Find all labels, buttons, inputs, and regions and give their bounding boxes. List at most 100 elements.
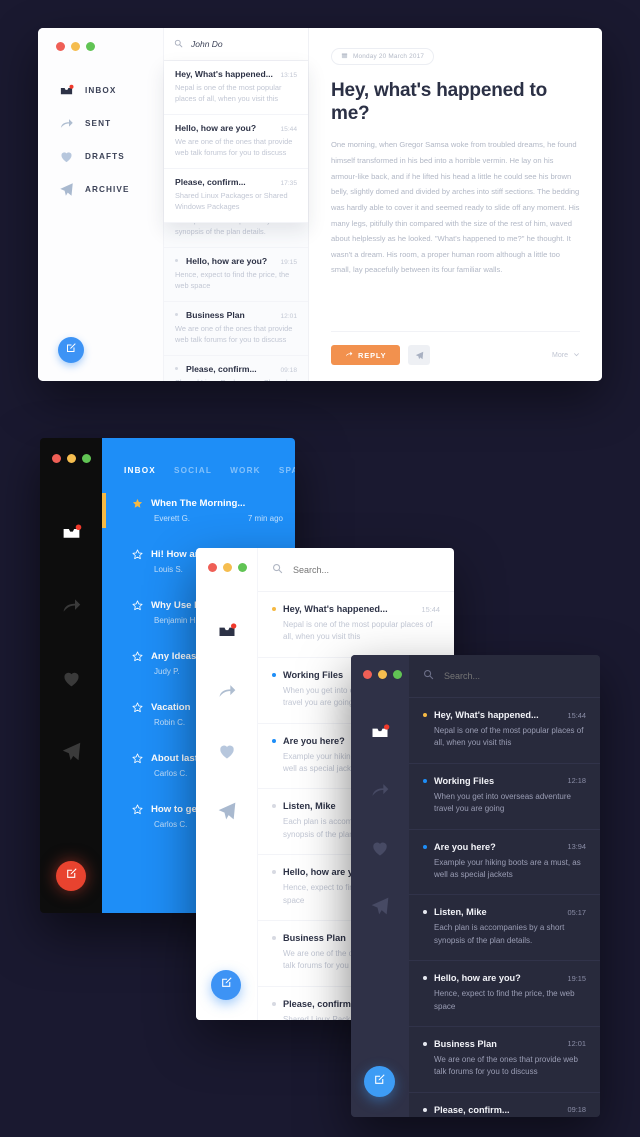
sidebar-item-sent[interactable]: SENT xyxy=(38,107,163,140)
forward-arrow-icon xyxy=(370,780,390,805)
search-bar[interactable] xyxy=(258,548,454,592)
list-item[interactable]: Hello, how are you? 19:15 Hence, expect … xyxy=(164,248,308,302)
compose-button[interactable] xyxy=(211,970,241,1000)
status-dot xyxy=(272,935,276,940)
message-time: 15:44 xyxy=(567,710,587,720)
list-item[interactable]: Business Plan 12:01 We are one of the on… xyxy=(409,1027,600,1093)
search-bar[interactable] xyxy=(164,28,325,61)
message-time: 15:44 xyxy=(421,604,441,614)
compose-icon xyxy=(373,1073,386,1091)
sidebar-item-sent[interactable] xyxy=(40,571,102,644)
search-result-item[interactable]: Hello, how are you? 15:44 We are one of … xyxy=(164,115,308,169)
sidebar-item-sent[interactable] xyxy=(196,663,257,723)
window-controls[interactable] xyxy=(208,563,247,572)
status-dot xyxy=(272,870,276,875)
search-icon xyxy=(423,667,434,685)
sidebar-item-inbox[interactable]: INBOX xyxy=(38,74,163,107)
window-controls[interactable] xyxy=(363,670,402,679)
search-result-item[interactable]: Hey, What's happened... 13:15 Nepal is o… xyxy=(164,61,308,115)
message-time: 19:15 xyxy=(280,258,297,266)
message-time: 7 min ago xyxy=(247,514,283,523)
tab-inbox[interactable]: INBOX xyxy=(124,466,156,475)
tab-social[interactable]: SOCIAL xyxy=(174,466,212,475)
search-icon xyxy=(272,561,283,579)
close-button[interactable] xyxy=(52,454,61,463)
maximize-button[interactable] xyxy=(82,454,91,463)
message-time: 12:01 xyxy=(567,1039,587,1049)
sidebar-item-drafts[interactable] xyxy=(196,723,257,783)
message-preview: When you get into overseas adventure tra… xyxy=(434,791,571,814)
message-sender: Carlos C. xyxy=(154,820,188,829)
window-controls[interactable] xyxy=(56,42,95,51)
dark-sidebar xyxy=(351,655,409,1117)
compose-button[interactable] xyxy=(364,1066,395,1097)
status-dot xyxy=(272,607,276,611)
more-dropdown[interactable]: More xyxy=(552,351,580,360)
message-time: 13:15 xyxy=(280,72,297,79)
tab-spam[interactable]: SPAM xyxy=(279,466,295,475)
sidebar-item-inbox[interactable] xyxy=(351,705,409,763)
search-result-item[interactable]: Please, confirm... 17:35 Shared Linux Pa… xyxy=(164,169,308,223)
sidebar-item-archive[interactable] xyxy=(351,879,409,937)
star-icon[interactable] xyxy=(132,600,143,611)
list-item[interactable]: Listen, Mike 05:17 Each plan is accompan… xyxy=(409,895,600,962)
sidebar-item-archive[interactable]: ARCHIVE xyxy=(38,173,163,206)
star-icon[interactable] xyxy=(132,549,143,560)
minimize-button[interactable] xyxy=(67,454,76,463)
inbox-icon xyxy=(59,83,74,98)
minimize-button[interactable] xyxy=(378,670,387,679)
tab-bar: INBOX SOCIAL WORK SPAM xyxy=(102,438,295,485)
search-input[interactable] xyxy=(191,39,303,49)
sidebar-item-sent[interactable] xyxy=(351,763,409,821)
send-button[interactable] xyxy=(408,345,431,365)
search-bar[interactable] xyxy=(409,655,600,698)
sidebar-item-inbox-label: INBOX xyxy=(85,86,117,95)
list-item[interactable]: Hey, What's happened... 15:44 Nepal is o… xyxy=(258,592,454,658)
close-button[interactable] xyxy=(56,42,65,51)
list-item[interactable]: Hey, What's happened... 15:44 Nepal is o… xyxy=(409,698,600,764)
message-sender: Carlos C. xyxy=(154,769,188,778)
list-item[interactable]: Please, confirm... 09:18 Shared Linux Pa… xyxy=(409,1093,600,1117)
sidebar-item-archive[interactable] xyxy=(196,783,257,843)
message-subject: Listen, Mike xyxy=(434,907,487,918)
star-icon-filled[interactable] xyxy=(132,498,143,509)
sidebar-item-inbox[interactable] xyxy=(196,603,257,663)
minimize-button[interactable] xyxy=(71,42,80,51)
message-subject: Hello, how are you? xyxy=(434,973,521,984)
sidebar-item-drafts[interactable] xyxy=(40,644,102,717)
sidebar-item-drafts[interactable]: DRAFTS xyxy=(38,140,163,173)
maximize-button[interactable] xyxy=(393,670,402,679)
list-item[interactable]: When The Morning... Everett G. 7 min ago xyxy=(102,485,295,536)
star-icon[interactable] xyxy=(132,651,143,662)
unread-dot xyxy=(175,366,178,370)
tab-work[interactable]: WORK xyxy=(230,466,261,475)
star-icon[interactable] xyxy=(132,753,143,764)
list-item[interactable]: Hello, how are you? 19:15 Hence, expect … xyxy=(409,961,600,1027)
search-input[interactable] xyxy=(444,671,586,681)
star-icon[interactable] xyxy=(132,702,143,713)
sidebar-item-archive[interactable] xyxy=(40,717,102,790)
message-sender: Everett G. xyxy=(154,514,191,523)
maximize-button[interactable] xyxy=(86,42,95,51)
message-sender: Louis S. xyxy=(154,565,183,574)
maximize-button[interactable] xyxy=(238,563,247,572)
list-item[interactable]: Please, confirm... 09:18 Shared Linux Pa… xyxy=(164,356,308,381)
list-item[interactable]: Working Files 12:18 When you get into ov… xyxy=(409,764,600,830)
compose-button[interactable] xyxy=(56,861,86,891)
message-subject: Hey, What's happened... xyxy=(434,710,539,720)
star-icon[interactable] xyxy=(132,804,143,815)
list-item[interactable]: Are you here? 13:94 Example your hiking … xyxy=(409,830,600,896)
compose-button[interactable] xyxy=(58,337,84,363)
window-controls[interactable] xyxy=(52,454,91,463)
paper-plane-icon xyxy=(59,182,74,197)
forward-arrow-icon xyxy=(217,681,237,706)
sidebar-item-drafts[interactable] xyxy=(351,821,409,879)
message-sender: Benjamin H. xyxy=(154,616,198,625)
minimize-button[interactable] xyxy=(223,563,232,572)
list-item[interactable]: Business Plan 12:01 We are one of the on… xyxy=(164,302,308,356)
close-button[interactable] xyxy=(363,670,372,679)
close-button[interactable] xyxy=(208,563,217,572)
sidebar-item-inbox[interactable] xyxy=(40,498,102,571)
reply-button[interactable]: REPLY xyxy=(331,345,401,365)
search-input[interactable] xyxy=(293,564,440,575)
